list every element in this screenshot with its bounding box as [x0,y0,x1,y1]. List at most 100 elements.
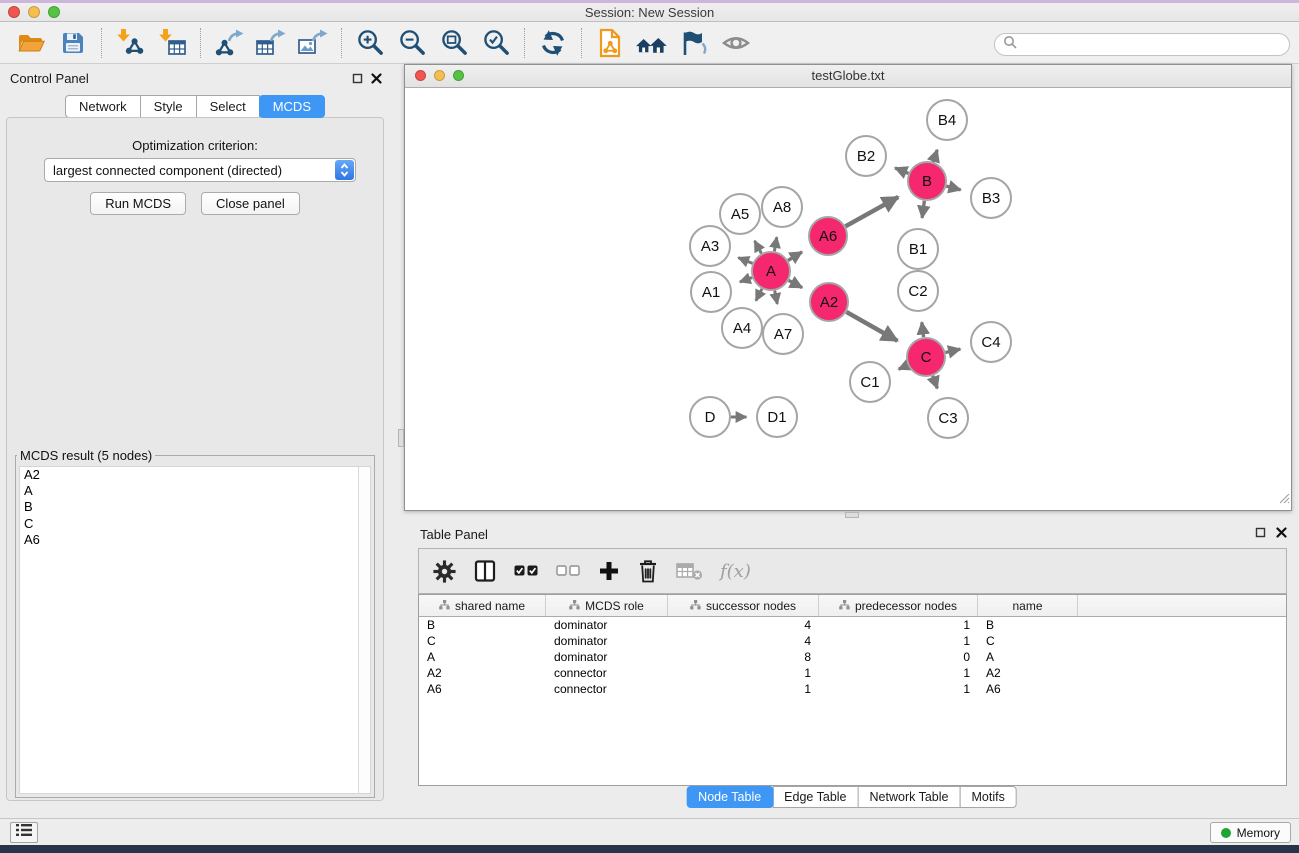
cell-shared-name[interactable]: A6 [419,682,546,696]
show-hide-icon[interactable] [717,25,755,61]
edge-A-A7[interactable] [775,291,778,304]
node-B3[interactable]: B3 [971,178,1011,218]
edge-A6-B[interactable] [846,197,899,226]
result-node-item[interactable]: A [20,483,370,499]
cell-name[interactable]: A6 [978,682,1078,696]
column-header-successor-nodes[interactable]: successor nodes [668,595,819,616]
table-row[interactable]: A6connector11A6 [419,681,1286,697]
edge-B-B1[interactable] [922,201,924,218]
table-row[interactable]: Adominator80A [419,649,1286,665]
close-view-button[interactable] [415,70,426,81]
cell-successor-nodes[interactable]: 1 [668,682,819,696]
edge-C-C2[interactable] [922,322,924,337]
cell-shared-name[interactable]: C [419,634,546,648]
memory-button[interactable]: Memory [1210,822,1291,843]
split-handle-vertical[interactable] [398,429,404,447]
save-session-icon[interactable] [54,25,92,61]
cell-predecessor-nodes[interactable]: 1 [819,634,978,648]
float-table-panel-icon[interactable] [1254,526,1267,539]
run-mcds-button[interactable]: Run MCDS [90,192,186,215]
node-A7[interactable]: A7 [763,314,803,354]
import-network-icon[interactable] [111,25,149,61]
node-B[interactable]: B [908,162,946,200]
node-D1[interactable]: D1 [757,397,797,437]
cell-successor-nodes[interactable]: 4 [668,634,819,648]
edge-A2-C[interactable] [846,312,897,341]
column-header-shared-name[interactable]: shared name [419,595,546,616]
close-table-panel-icon[interactable] [1275,526,1288,539]
open-file-icon[interactable] [12,25,50,61]
split-handle-horizontal[interactable] [845,512,859,518]
cell-successor-nodes[interactable]: 1 [668,666,819,680]
node-A[interactable]: A [752,252,790,290]
tab-motifs[interactable]: Motifs [959,786,1016,808]
node-D[interactable]: D [690,397,730,437]
cell-shared-name[interactable]: B [419,618,546,632]
node-C3[interactable]: C3 [928,398,968,438]
node-C2[interactable]: C2 [898,271,938,311]
cell-MCDS-role[interactable]: dominator [546,618,668,632]
tab-select[interactable]: Select [196,95,260,118]
export-network-icon[interactable] [210,25,248,61]
criterion-dropdown[interactable]: largest connected component (directed) [44,158,356,182]
minimize-view-button[interactable] [434,70,445,81]
cell-predecessor-nodes[interactable]: 1 [819,618,978,632]
edge-B-B3[interactable] [946,186,960,190]
cell-predecessor-nodes[interactable]: 1 [819,682,978,696]
node-B2[interactable]: B2 [846,136,886,176]
settings-gear-icon[interactable] [433,560,456,583]
table-row[interactable]: A2connector11A2 [419,665,1286,681]
zoom-window-button[interactable] [48,6,60,18]
zoom-out-icon[interactable] [393,25,431,61]
cell-shared-name[interactable]: A [419,650,546,664]
column-header-MCDS-role[interactable]: MCDS role [546,595,668,616]
zoom-fit-icon[interactable] [435,25,473,61]
table-row[interactable]: Cdominator41C [419,633,1286,649]
tab-mcds[interactable]: MCDS [259,95,325,118]
edge-A-A6[interactable] [788,252,802,261]
zoom-selected-icon[interactable] [477,25,515,61]
node-B1[interactable]: B1 [898,229,938,269]
zoom-view-button[interactable] [453,70,464,81]
close-panel-icon[interactable] [370,72,383,85]
table-row[interactable]: Bdominator41B [419,617,1286,633]
node-A6[interactable]: A6 [809,217,847,255]
node-C1[interactable]: C1 [850,362,890,402]
home-icon[interactable] [633,25,671,61]
result-node-item[interactable]: B [20,499,370,515]
delete-column-icon[interactable] [637,559,659,584]
column-header-predecessor-nodes[interactable]: predecessor nodes [819,595,978,616]
edge-A-A2[interactable] [789,280,803,287]
edge-C-C3[interactable] [933,376,938,389]
edge-A-A8[interactable] [774,237,776,251]
column-chooser-icon[interactable] [473,559,497,583]
cell-predecessor-nodes[interactable]: 1 [819,666,978,680]
float-panel-icon[interactable] [351,72,364,85]
cell-predecessor-nodes[interactable]: 0 [819,650,978,664]
result-node-item[interactable]: A2 [20,467,370,483]
network-from-file-icon[interactable] [591,25,629,61]
add-column-icon[interactable] [598,560,620,582]
cell-shared-name[interactable]: A2 [419,666,546,680]
tab-edge-table[interactable]: Edge Table [772,786,858,808]
minimize-window-button[interactable] [28,6,40,18]
edge-C-C4[interactable] [946,349,961,352]
zoom-in-icon[interactable] [351,25,389,61]
resize-grip-icon[interactable] [1277,491,1290,509]
refresh-icon[interactable] [534,25,572,61]
tab-network-table[interactable]: Network Table [858,786,961,808]
node-A8[interactable]: A8 [762,187,802,227]
tab-network[interactable]: Network [65,95,141,118]
node-A3[interactable]: A3 [690,226,730,266]
cell-successor-nodes[interactable]: 4 [668,618,819,632]
cell-MCDS-role[interactable]: connector [546,666,668,680]
import-table-icon[interactable] [153,25,191,61]
deselect-all-icon[interactable] [556,563,581,579]
show-flags-icon[interactable] [675,25,713,61]
cell-name[interactable]: A2 [978,666,1078,680]
node-A1[interactable]: A1 [691,272,731,312]
close-window-button[interactable] [8,6,20,18]
result-node-item[interactable]: A6 [20,532,370,548]
node-C[interactable]: C [907,338,945,376]
result-node-item[interactable]: C [20,516,370,532]
